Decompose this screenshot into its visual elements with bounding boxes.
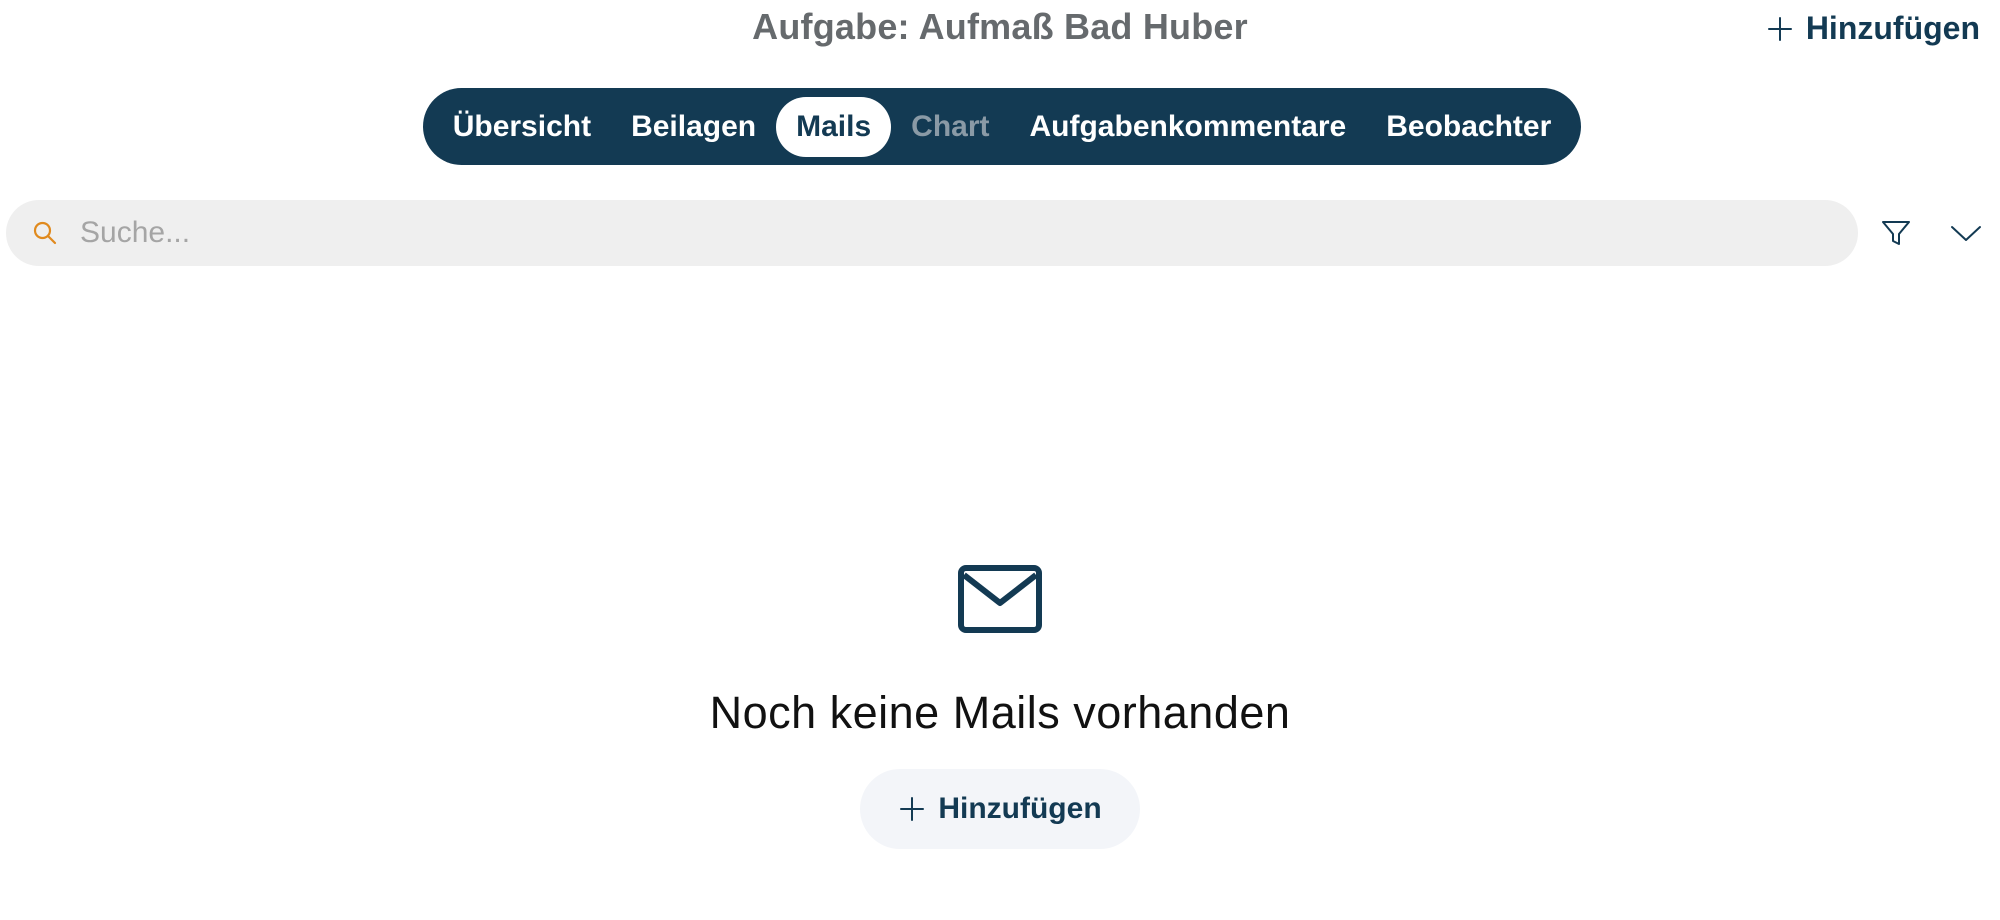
plus-icon xyxy=(900,797,925,821)
tab-beobachter[interactable]: Beobachter xyxy=(1366,97,1571,157)
page-title: Aufgabe: Aufmaß Bad Huber xyxy=(752,6,1248,47)
search-input[interactable] xyxy=(78,207,1782,259)
empty-state-message: Noch keine Mails vorhanden xyxy=(709,687,1291,738)
tab-bar: Übersicht Beilagen Mails Chart Aufgabenk… xyxy=(422,88,1582,165)
search-icon xyxy=(33,221,57,245)
tab-beilagen[interactable]: Beilagen xyxy=(611,97,776,157)
empty-state: Noch keine Mails vorhanden Hinzufügen xyxy=(0,565,2000,849)
chevron-down-icon[interactable] xyxy=(1948,218,1984,248)
header-add-label: Hinzufügen xyxy=(1805,10,1980,46)
header-add-button[interactable]: Hinzufügen xyxy=(1766,10,1980,47)
tab-bar-wrapper: Übersicht Beilagen Mails Chart Aufgabenk… xyxy=(0,88,2000,165)
search-bar[interactable] xyxy=(6,200,1858,266)
empty-state-add-label: Hinzufügen xyxy=(938,792,1102,825)
tab-uebersicht[interactable]: Übersicht xyxy=(433,97,611,157)
filter-icon[interactable] xyxy=(1878,215,1914,251)
plus-icon xyxy=(1767,16,1792,41)
empty-state-add-button[interactable]: Hinzufügen xyxy=(860,769,1140,849)
tab-aufgabenkommentare[interactable]: Aufgabenkommentare xyxy=(1010,97,1367,157)
tab-chart: Chart xyxy=(911,109,990,143)
tab-mails[interactable]: Mails xyxy=(776,96,892,157)
mail-icon xyxy=(958,565,1042,633)
